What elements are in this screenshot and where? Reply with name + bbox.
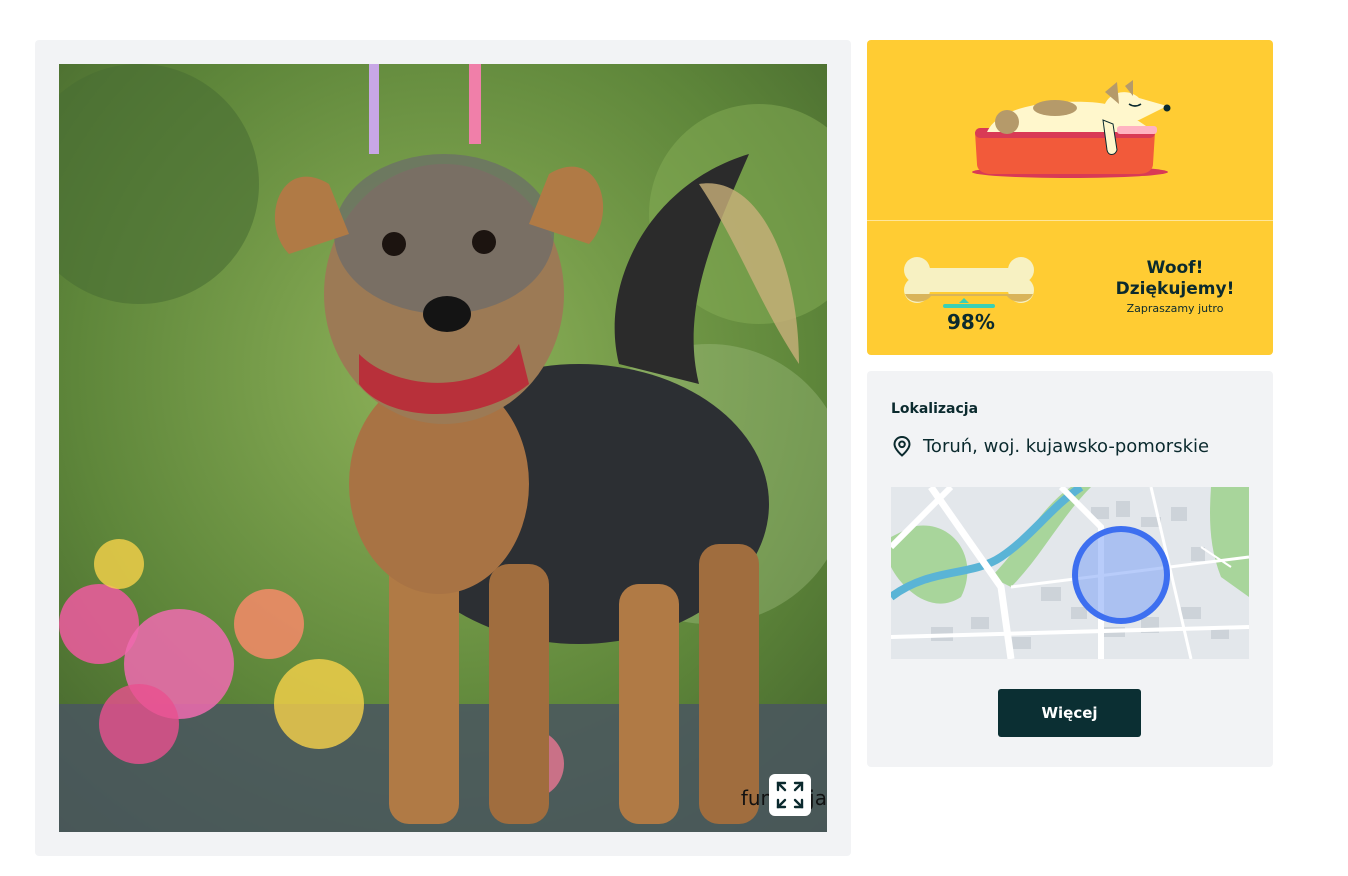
- location-card: Lokalizacja Toruń, woj. kujawsko-pomorsk…: [867, 371, 1273, 767]
- bone-progress-icon: [904, 257, 1034, 308]
- expand-icon: [776, 781, 804, 809]
- promo-title: Woof! Dziękujemy!: [1105, 258, 1245, 300]
- pet-photo[interactable]: fundacja: [59, 64, 827, 832]
- more-button[interactable]: Więcej: [998, 689, 1141, 737]
- bone-progress-track: [943, 304, 995, 308]
- location-pin-icon: [893, 435, 911, 457]
- location-label: Lokalizacja: [891, 401, 979, 417]
- promo-subtitle: Zapraszamy jutro: [1126, 302, 1224, 315]
- sleeping-dog-illustration: [972, 80, 1171, 178]
- promo-title-line2: Dziękujemy!: [1115, 279, 1235, 299]
- location-map[interactable]: [891, 487, 1249, 659]
- photo-card: fundacja: [35, 40, 851, 856]
- map-image: [891, 487, 1249, 659]
- promo-title-line1: Woof!: [1146, 258, 1204, 278]
- expand-photo-button[interactable]: [769, 774, 811, 816]
- daily-promo-card: 98% Woof! Dziękujemy! Zapraszamy jutro: [867, 40, 1273, 355]
- progress-percent: 98%: [947, 310, 995, 334]
- pet-photo-image: [59, 64, 827, 832]
- promo-divider: [867, 220, 1273, 221]
- location-value: Toruń, woj. kujawsko-pomorskie: [923, 435, 1210, 457]
- location-row: Toruń, woj. kujawsko-pomorskie: [891, 435, 1209, 457]
